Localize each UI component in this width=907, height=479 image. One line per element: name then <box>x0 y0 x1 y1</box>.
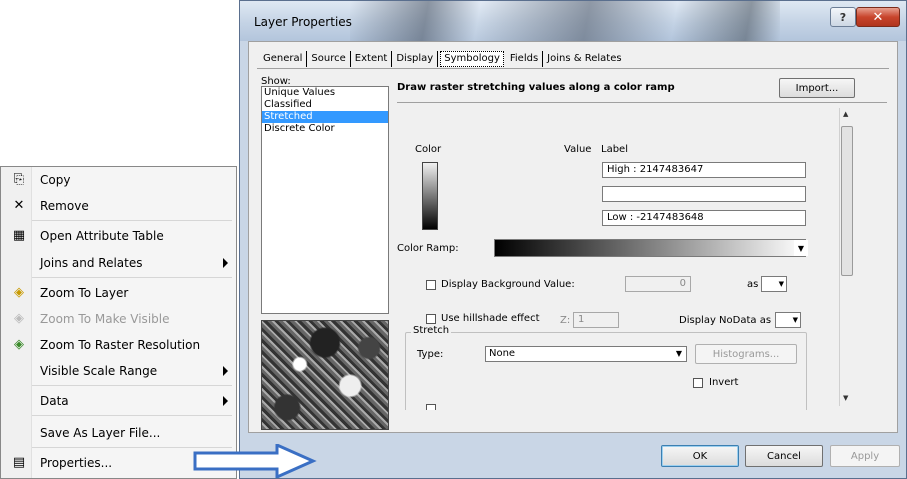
menu-item-zoom-to-make-visible[interactable]: ◈ Zoom To Make Visible <box>1 306 236 332</box>
menu-item-copy[interactable]: ⎘ Copy <box>1 167 236 193</box>
invert-checkbox[interactable] <box>693 378 703 388</box>
settings-scrollbar[interactable]: ▲ ▼ <box>839 108 854 406</box>
menu-item-label: Copy <box>40 173 71 187</box>
menu-item-label: Joins and Relates <box>40 256 143 270</box>
tab-divider <box>257 68 889 69</box>
partial-checkbox[interactable] <box>426 404 436 410</box>
menu-item-open-attribute-table[interactable]: ▦ Open Attribute Table <box>1 223 236 249</box>
submenu-arrow-icon <box>223 258 228 268</box>
dialog-title: Layer Properties <box>254 15 352 29</box>
menu-item-save-as-layer-file[interactable]: Save As Layer File... <box>1 420 236 446</box>
menu-item-label: Zoom To Make Visible <box>40 312 170 326</box>
invert-label: Invert <box>709 377 739 388</box>
layer-properties-dialog: Layer Properties ? ✕ General Source Exte… <box>239 0 907 479</box>
tab-display[interactable]: Display <box>392 51 439 67</box>
help-button[interactable]: ? <box>830 7 856 27</box>
menu-separator <box>32 220 232 221</box>
menu-item-zoom-to-raster-resolution[interactable]: ◈ Zoom To Raster Resolution <box>1 332 236 358</box>
title-bar-background <box>350 1 780 41</box>
menu-item-label: Remove <box>40 199 89 213</box>
layer-context-menu: ⎘ Copy ✕ Remove ▦ Open Attribute Table J… <box>0 166 237 479</box>
menu-separator <box>32 415 232 416</box>
properties-icon: ▤ <box>12 455 26 470</box>
menu-item-remove[interactable]: ✕ Remove <box>1 193 236 219</box>
tab-extent[interactable]: Extent <box>351 51 393 67</box>
menu-item-label: Zoom To Raster Resolution <box>40 338 201 352</box>
raster-preview-image <box>261 320 389 430</box>
zoom-resolution-icon: ◈ <box>14 337 24 352</box>
symbology-description: Draw raster stretching values along a co… <box>397 82 675 93</box>
menu-separator <box>32 385 232 386</box>
menu-item-label: Data <box>40 394 69 408</box>
menu-item-label: Properties... <box>40 456 113 470</box>
ok-button[interactable]: OK <box>661 445 739 467</box>
menu-item-joins-relates[interactable]: Joins and Relates <box>1 250 236 276</box>
stretch-type-select[interactable]: None <box>485 346 687 362</box>
tab-general[interactable]: General <box>259 51 308 67</box>
menu-item-label: Open Attribute Table <box>40 229 164 243</box>
menu-item-zoom-to-layer[interactable]: ◈ Zoom To Layer <box>1 280 236 306</box>
tab-symbology[interactable]: Symbology <box>440 51 504 67</box>
zoom-visible-icon: ◈ <box>14 311 24 326</box>
stretch-type-chevron-icon[interactable]: ▼ <box>673 347 685 361</box>
show-item-classified[interactable]: Classified <box>262 99 388 111</box>
menu-item-data[interactable]: Data <box>1 388 236 414</box>
pointer-arrow-icon <box>193 444 317 478</box>
show-item-discrete-color[interactable]: Discrete Color <box>262 123 388 135</box>
menu-item-visible-scale-range[interactable]: Visible Scale Range <box>1 358 236 384</box>
apply-button[interactable]: Apply <box>830 445 900 467</box>
menu-item-label: Save As Layer File... <box>40 426 161 440</box>
show-list[interactable]: Unique Values Classified Stretched Discr… <box>261 86 389 314</box>
remove-icon: ✕ <box>13 198 25 213</box>
scrollbar-thumb[interactable] <box>841 126 853 276</box>
stretch-group-label: Stretch <box>411 325 452 336</box>
stretch-type-label: Type: <box>417 349 444 360</box>
menu-item-label: Visible Scale Range <box>40 364 158 378</box>
close-button[interactable]: ✕ <box>856 7 900 27</box>
tab-fields[interactable]: Fields <box>506 51 544 67</box>
tab-source[interactable]: Source <box>307 51 351 67</box>
histograms-button[interactable]: Histograms... <box>695 344 797 364</box>
show-item-stretched[interactable]: Stretched <box>262 111 388 123</box>
title-bar[interactable]: Layer Properties ? ✕ <box>240 1 906 41</box>
header-divider <box>397 102 887 103</box>
scroll-up-icon[interactable]: ▲ <box>843 110 848 118</box>
tab-strip: General Source Extent Display Symbology … <box>259 49 626 67</box>
menu-separator <box>32 277 232 278</box>
tab-joins-relates[interactable]: Joins & Relates <box>543 51 625 67</box>
import-button[interactable]: Import... <box>779 78 855 98</box>
show-item-unique-values[interactable]: Unique Values <box>262 87 388 99</box>
dialog-body: General Source Extent Display Symbology … <box>248 41 898 433</box>
menu-item-label: Zoom To Layer <box>40 286 129 300</box>
submenu-arrow-icon <box>223 366 228 376</box>
scroll-down-icon[interactable]: ▼ <box>843 394 848 402</box>
zoom-to-layer-icon: ◈ <box>14 285 24 300</box>
cancel-button[interactable]: Cancel <box>745 445 823 467</box>
stretch-group-area: Stretch Type: None ▼ Histograms... Inver… <box>397 106 837 410</box>
submenu-arrow-icon <box>223 396 228 406</box>
copy-icon: ⎘ <box>13 172 25 187</box>
table-icon: ▦ <box>12 228 26 243</box>
